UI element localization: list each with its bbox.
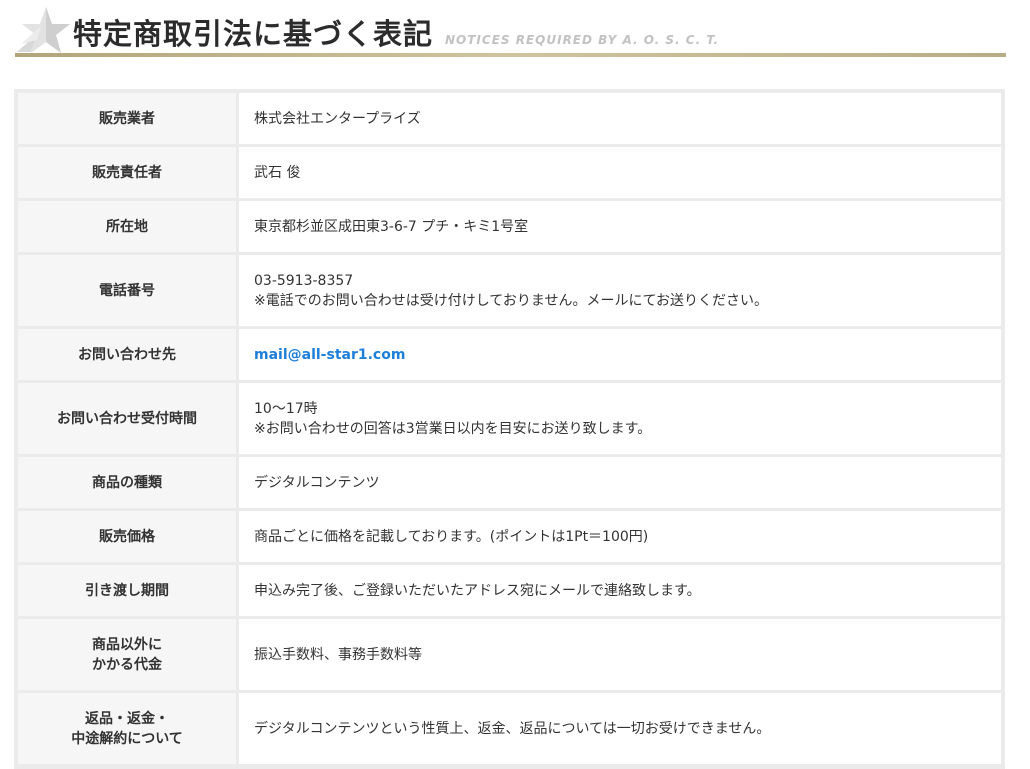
row-label: 販売責任者 bbox=[18, 147, 239, 201]
table-row: 販売責任者 武石 俊 bbox=[18, 147, 1001, 201]
row-label: 販売業者 bbox=[18, 93, 239, 147]
row-label-line: 返品・返金・ bbox=[85, 710, 169, 727]
notice-table: 販売業者 株式会社エンタープライズ 販売責任者 武石 俊 所在地 東京都杉並区成… bbox=[14, 89, 1005, 769]
row-label-line: 中途解約について bbox=[71, 730, 183, 747]
phone-note: ※電話でのお問い合わせは受け付けしておりません。メールにてお送りください。 bbox=[254, 292, 769, 309]
table-row: お問い合わせ受付時間 10～17時 ※お問い合わせの回答は3営業日以内を目安にお… bbox=[18, 383, 1001, 457]
star-icon bbox=[17, 7, 70, 53]
row-label: 所在地 bbox=[18, 201, 239, 255]
row-label: 電話番号 bbox=[18, 255, 239, 329]
table-row: 電話番号 03-5913-8357 ※電話でのお問い合わせは受け付けしておりませ… bbox=[18, 255, 1001, 329]
row-value-cell: 10～17時 ※お問い合わせの回答は3営業日以内を目安にお送り致します。 bbox=[239, 383, 1001, 457]
row-value: 振込手数料、事務手数料等 bbox=[239, 619, 1001, 693]
row-label: お問い合わせ受付時間 bbox=[18, 383, 239, 457]
row-value-cell: 03-5913-8357 ※電話でのお問い合わせは受け付けしておりません。メール… bbox=[239, 255, 1001, 329]
table-row: お問い合わせ先 mail@all-star1.com bbox=[18, 329, 1001, 383]
row-value-cell: mail@all-star1.com bbox=[239, 329, 1001, 383]
row-label: 商品の種類 bbox=[18, 457, 239, 511]
row-value: 東京都杉並区成田東3-6-7 プチ・キミ1号室 bbox=[239, 201, 1001, 255]
header-rule bbox=[15, 53, 1006, 57]
page-header: 特定商取引法に基づく表記 NOTICES REQUIRED BY A. O. S… bbox=[15, 0, 1006, 58]
row-value: 武石 俊 bbox=[239, 147, 1001, 201]
row-label-cell: 返品・返金・ 中途解約について bbox=[18, 693, 239, 767]
table-row: 商品以外に かかる代金 振込手数料、事務手数料等 bbox=[18, 619, 1001, 693]
table-row: 所在地 東京都杉並区成田東3-6-7 プチ・キミ1号室 bbox=[18, 201, 1001, 255]
row-value: デジタルコンテンツという性質上、返金、返品については一切お受けできません。 bbox=[239, 693, 1001, 767]
table-row: 返品・返金・ 中途解約について デジタルコンテンツという性質上、返金、返品につい… bbox=[18, 693, 1001, 767]
page-subtitle: NOTICES REQUIRED BY A. O. S. C. T. bbox=[445, 33, 720, 47]
hours-value: 10～17時 bbox=[254, 400, 318, 417]
table-row: 販売価格 商品ごとに価格を記載しております。(ポイントは1Pt＝100円) bbox=[18, 511, 1001, 565]
row-label-line: かかる代金 bbox=[92, 656, 162, 673]
row-label-cell: 商品以外に かかる代金 bbox=[18, 619, 239, 693]
page-title: 特定商取引法に基づく表記 bbox=[73, 17, 434, 51]
row-value: デジタルコンテンツ bbox=[239, 457, 1001, 511]
row-label: 販売価格 bbox=[18, 511, 239, 565]
row-value: 商品ごとに価格を記載しております。(ポイントは1Pt＝100円) bbox=[239, 511, 1001, 565]
contact-email-link[interactable]: mail@all-star1.com bbox=[254, 347, 405, 363]
table-row: 商品の種類 デジタルコンテンツ bbox=[18, 457, 1001, 511]
row-value: 申込み完了後、ご登録いただいたアドレス宛にメールで連絡致します。 bbox=[239, 565, 1001, 619]
row-label: 引き渡し期間 bbox=[18, 565, 239, 619]
phone-number: 03-5913-8357 bbox=[254, 272, 354, 289]
row-label-line: 商品以外に bbox=[92, 636, 162, 653]
table-row: 引き渡し期間 申込み完了後、ご登録いただいたアドレス宛にメールで連絡致します。 bbox=[18, 565, 1001, 619]
row-value: 株式会社エンタープライズ bbox=[239, 93, 1001, 147]
hours-note: ※お問い合わせの回答は3営業日以内を目安にお送り致します。 bbox=[254, 420, 652, 437]
table-row: 販売業者 株式会社エンタープライズ bbox=[18, 93, 1001, 147]
row-label: お問い合わせ先 bbox=[18, 329, 239, 383]
